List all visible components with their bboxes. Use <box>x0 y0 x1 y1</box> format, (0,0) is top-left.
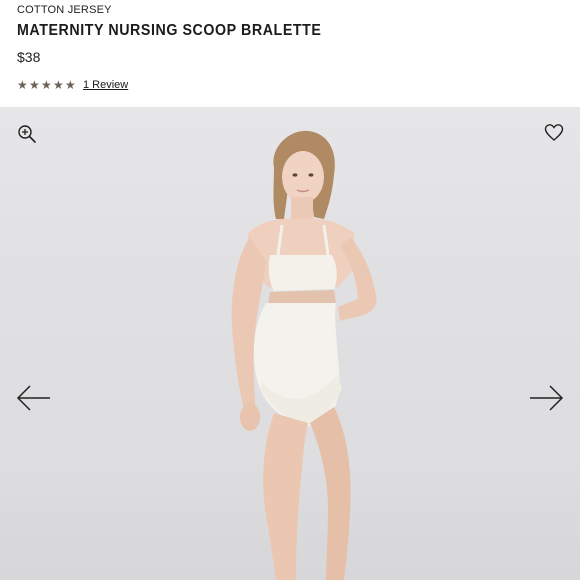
heart-icon <box>544 124 564 141</box>
star-icon: ★ <box>29 77 40 92</box>
product-image-gallery[interactable] <box>0 107 580 580</box>
product-header: COTTON JERSEY MATERNITY NURSING SCOOP BR… <box>0 0 580 107</box>
star-icon: ★ <box>53 77 64 92</box>
previous-image-button[interactable] <box>16 384 52 412</box>
product-price: $38 <box>17 49 41 65</box>
collection-label: COTTON JERSEY <box>17 4 112 16</box>
product-title: MATERNITY NURSING SCOOP BRALETTE <box>17 22 322 39</box>
rating-stars: ★ ★ ★ ★ ★ <box>17 77 76 92</box>
arrow-right-icon <box>530 385 564 411</box>
favorite-button[interactable] <box>544 123 564 143</box>
zoom-in-icon <box>18 125 36 143</box>
rating-row: ★ ★ ★ ★ ★ 1 Review <box>17 77 128 92</box>
star-icon: ★ <box>17 77 28 92</box>
arrow-left-icon <box>16 385 50 411</box>
reviews-link[interactable]: 1 Review <box>83 79 128 91</box>
zoom-button[interactable] <box>17 124 37 144</box>
star-icon: ★ <box>65 77 76 92</box>
next-image-button[interactable] <box>528 384 564 412</box>
star-icon: ★ <box>41 77 52 92</box>
product-image <box>231 130 377 580</box>
